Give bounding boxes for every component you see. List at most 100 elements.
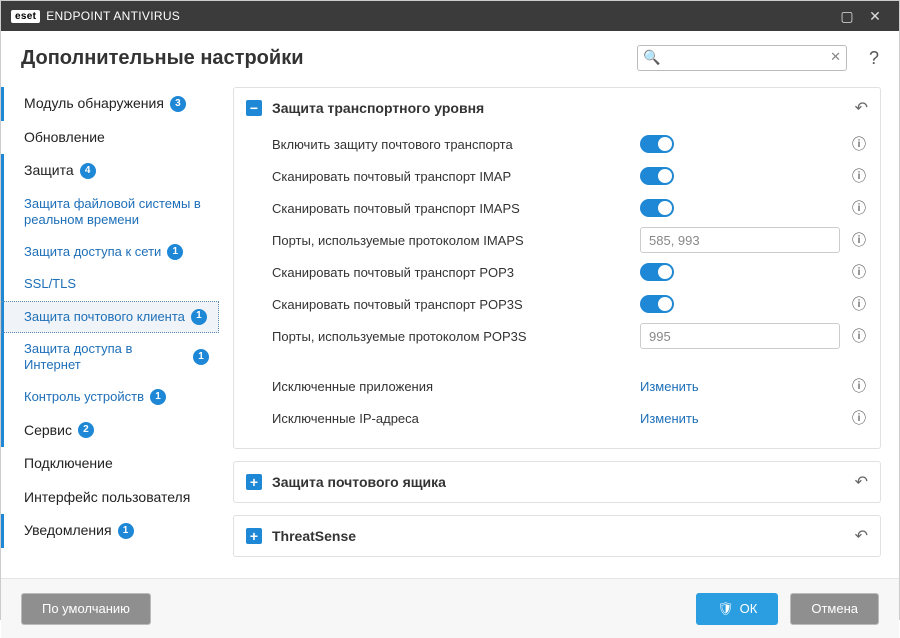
setting-label: Сканировать почтовый транспорт POP3: [272, 265, 630, 280]
content: − Защита транспортного уровня ↶ Включить…: [219, 81, 899, 578]
search-box: 🔍 ✕: [637, 45, 847, 71]
panel-title: ThreatSense: [272, 528, 845, 544]
row-excluded-ips: Исключенные IP-адреса Изменить ⓘ: [272, 402, 868, 434]
info-icon[interactable]: ⓘ: [850, 230, 868, 250]
info-icon[interactable]: ⓘ: [850, 408, 868, 428]
panel-title: Защита транспортного уровня: [272, 100, 845, 116]
toggle-enable-mail[interactable]: [640, 135, 674, 153]
panel-head-mailbox[interactable]: + Защита почтового ящика ↶: [234, 462, 880, 502]
sidebar-item-network-access[interactable]: Защита доступа к сети 1: [1, 236, 219, 268]
revert-icon[interactable]: ↶: [855, 526, 868, 546]
ok-label: ОК: [740, 601, 758, 616]
panel-threatsense: + ThreatSense ↶: [233, 515, 881, 557]
row-scan-imap: Сканировать почтовый транспорт IMAP ⓘ: [272, 160, 868, 192]
titlebar: eset ENDPOINT ANTIVIRUS ▢ ✕: [1, 1, 899, 31]
setting-label: Исключенные IP-адреса: [272, 411, 630, 426]
sidebar-label: Интерфейс пользователя: [24, 489, 190, 507]
brand: eset ENDPOINT ANTIVIRUS: [11, 9, 180, 23]
sidebar-item-web-access[interactable]: Защита доступа в Интернет 1: [1, 333, 219, 382]
row-scan-imaps: Сканировать почтовый транспорт IMAPS ⓘ: [272, 192, 868, 224]
panel-head-transport[interactable]: − Защита транспортного уровня ↶: [234, 88, 880, 128]
sidebar-item-realtime-fs[interactable]: Защита файловой системы в реальном време…: [1, 188, 219, 237]
toggle-scan-pop3[interactable]: [640, 263, 674, 281]
panel-transport: − Защита транспортного уровня ↶ Включить…: [233, 87, 881, 449]
sidebar-label: SSL/TLS: [24, 276, 76, 292]
sidebar-item-ssl-tls[interactable]: SSL/TLS: [1, 268, 219, 300]
sidebar-label: Защита доступа к сети: [24, 244, 161, 260]
input-imaps-ports[interactable]: [640, 227, 840, 253]
sidebar-item-ui[interactable]: Интерфейс пользователя: [1, 481, 219, 515]
toggle-scan-imaps[interactable]: [640, 199, 674, 217]
panel-mailbox: + Защита почтового ящика ↶: [233, 461, 881, 503]
panel-head-threatsense[interactable]: + ThreatSense ↶: [234, 516, 880, 556]
sidebar-badge: 1: [118, 523, 134, 539]
sidebar-label: Контроль устройств: [24, 389, 144, 405]
window-close-icon[interactable]: ✕: [861, 1, 889, 31]
sidebar-item-connection[interactable]: Подключение: [1, 447, 219, 481]
sidebar-item-notifications[interactable]: Уведомления 1: [1, 514, 219, 548]
revert-icon[interactable]: ↶: [855, 472, 868, 492]
sidebar-badge: 3: [170, 96, 186, 112]
sidebar-badge: 1: [191, 309, 207, 325]
info-icon[interactable]: ⓘ: [850, 198, 868, 218]
revert-icon[interactable]: ↶: [855, 98, 868, 118]
sidebar-badge: 2: [78, 422, 94, 438]
info-icon[interactable]: ⓘ: [850, 166, 868, 186]
sidebar-label: Уведомления: [24, 522, 112, 540]
sidebar-item-tools[interactable]: Сервис 2: [1, 414, 219, 448]
input-pop3s-ports[interactable]: [640, 323, 840, 349]
row-imaps-ports: Порты, используемые протоколом IMAPS ⓘ: [272, 224, 868, 256]
panel-title: Защита почтового ящика: [272, 474, 845, 490]
setting-label: Порты, используемые протоколом IMAPS: [272, 233, 630, 248]
sidebar-item-device-control[interactable]: Контроль устройств 1: [1, 381, 219, 413]
info-icon[interactable]: ⓘ: [850, 134, 868, 154]
sidebar-label: Подключение: [24, 455, 113, 473]
link-edit-excluded-ips[interactable]: Изменить: [640, 411, 840, 426]
toggle-scan-pop3s[interactable]: [640, 295, 674, 313]
toggle-scan-imap[interactable]: [640, 167, 674, 185]
sidebar-item-detection[interactable]: Модуль обнаружения 3: [1, 87, 219, 121]
window-maximize-icon[interactable]: ▢: [833, 1, 861, 31]
sidebar-badge: 1: [167, 244, 183, 260]
search-input[interactable]: [637, 45, 847, 71]
sidebar-item-update[interactable]: Обновление: [1, 121, 219, 155]
setting-label: Порты, используемые протоколом POP3S: [272, 329, 630, 344]
link-edit-excluded-apps[interactable]: Изменить: [640, 379, 840, 394]
row-scan-pop3s: Сканировать почтовый транспорт POP3S ⓘ: [272, 288, 868, 320]
info-icon[interactable]: ⓘ: [850, 294, 868, 314]
info-icon[interactable]: ⓘ: [850, 326, 868, 346]
brand-badge: eset: [11, 10, 40, 23]
sidebar-item-protection[interactable]: Защита 4: [1, 154, 219, 188]
row-scan-pop3: Сканировать почтовый транспорт POP3 ⓘ: [272, 256, 868, 288]
sidebar: Модуль обнаружения 3 Обновление Защита 4…: [1, 81, 219, 578]
setting-label: Включить защиту почтового транспорта: [272, 137, 630, 152]
sidebar-label: Защита файловой системы в реальном време…: [24, 196, 209, 229]
setting-label: Сканировать почтовый транспорт IMAPS: [272, 201, 630, 216]
row-pop3s-ports: Порты, используемые протоколом POP3S ⓘ: [272, 320, 868, 352]
expand-icon[interactable]: +: [246, 528, 262, 544]
sidebar-item-mail-client[interactable]: Защита почтового клиента 1: [1, 301, 219, 333]
row-excluded-apps: Исключенные приложения Изменить ⓘ: [272, 370, 868, 402]
page-title: Дополнительные настройки: [21, 47, 623, 70]
shield-icon: 🛡: [717, 601, 734, 617]
sidebar-label: Обновление: [24, 129, 105, 147]
sidebar-badge: 1: [150, 389, 166, 405]
sidebar-label: Защита доступа в Интернет: [24, 341, 187, 374]
header: Дополнительные настройки 🔍 ✕ ?: [1, 31, 899, 81]
footer: По умолчанию 🛡 ОК Отмена: [1, 578, 899, 638]
setting-label: Сканировать почтовый транспорт IMAP: [272, 169, 630, 184]
expand-icon[interactable]: +: [246, 474, 262, 490]
help-button[interactable]: ?: [869, 48, 879, 69]
row-enable-mail-transport: Включить защиту почтового транспорта ⓘ: [272, 128, 868, 160]
info-icon[interactable]: ⓘ: [850, 376, 868, 396]
sidebar-badge: 4: [80, 163, 96, 179]
info-icon[interactable]: ⓘ: [850, 262, 868, 282]
sidebar-label: Защита почтового клиента: [24, 309, 185, 325]
sidebar-badge: 1: [193, 349, 209, 365]
clear-search-icon[interactable]: ✕: [830, 49, 841, 65]
setting-label: Исключенные приложения: [272, 379, 630, 394]
sidebar-label: Модуль обнаружения: [24, 95, 164, 113]
setting-label: Сканировать почтовый транспорт POP3S: [272, 297, 630, 312]
collapse-icon[interactable]: −: [246, 100, 262, 116]
search-icon: 🔍: [643, 49, 660, 66]
